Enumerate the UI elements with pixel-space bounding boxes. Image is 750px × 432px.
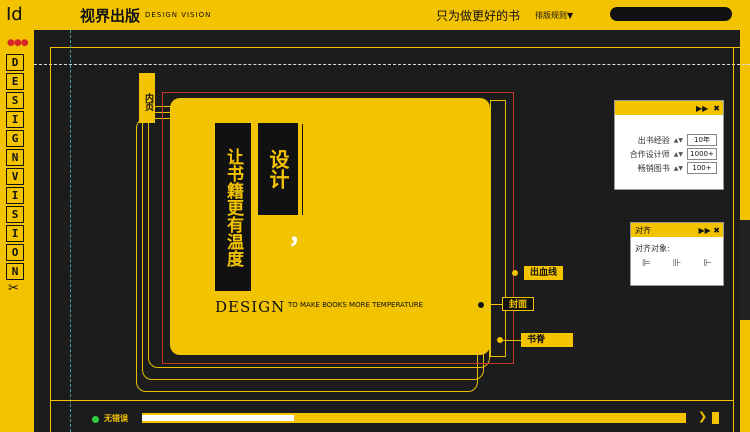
stats-label: 出书经验 (637, 135, 670, 145)
stats-row: 畅销图书 ▲▼ 100+ (615, 161, 723, 175)
stats-panel: ▶▶ ✖ 出书经验 ▲▼ 10年合作设计师 ▲▼ 1000+ 畅销图书 ▲▼ 100+ (614, 100, 724, 190)
sidebar-letter: N (6, 149, 24, 166)
bleed-guide-dashed (34, 64, 750, 65)
stats-row: 合作设计师 ▲▼ 1000+ (615, 147, 723, 161)
margin-guide-bottom (50, 400, 733, 401)
margin-guide-top (50, 47, 750, 48)
align-panel: 对齐 ▶▶ ✖ 对齐对象: ⊫ ⊪ ⊩ (630, 222, 724, 286)
close-icon[interactable]: ✖ (713, 226, 720, 235)
slogan: 只为做更好的书 (436, 9, 521, 23)
panel-expand-icon[interactable]: ▶▶ (698, 226, 710, 235)
spine-marker-line (503, 340, 521, 341)
stats-label: 畅销图书 (637, 163, 670, 173)
bleed-marker[interactable]: 出血线 (524, 266, 564, 280)
bleed-marker-dot (512, 270, 518, 276)
layout-rules-label: 排版规则 (535, 11, 567, 20)
vertical-word: DESIGNVISION (6, 54, 24, 282)
stepper-icon[interactable]: ▲▼ (674, 165, 683, 172)
inner-page-tab[interactable]: 内页 (139, 73, 155, 123)
cover-marker-dot (477, 301, 485, 309)
panel-expand-icon[interactable]: ▶▶ (696, 104, 708, 113)
sidebar-letter: E (6, 73, 24, 90)
progress-fill (142, 415, 295, 421)
brand-subtitle: DESIGN VISION (145, 11, 212, 19)
last-page-icon[interactable] (712, 412, 719, 424)
status-ok-icon (92, 416, 99, 423)
progress-bar[interactable] (142, 413, 686, 423)
sidebar-letter: D (6, 54, 24, 71)
scissors-icon[interactable]: ✂ (8, 281, 19, 296)
stepper-icon[interactable]: ▲▼ (674, 151, 683, 158)
sidebar-letter: S (6, 206, 24, 223)
sidebar-letter: O (6, 244, 24, 261)
cover-title-design: 设计 (258, 123, 298, 215)
sidebar-letter: I (6, 187, 24, 204)
align-center-icon[interactable]: ⊪ (673, 258, 682, 269)
cover-marker[interactable]: 封面 (502, 297, 535, 311)
status-text: 无错误 (104, 414, 128, 423)
stats-value-field[interactable]: 10年 (687, 134, 717, 146)
right-panel-gap (740, 220, 750, 320)
margin-guide-right (733, 47, 734, 432)
layout-rules-menu[interactable]: 排版规则▼ (535, 10, 573, 21)
panel-menu-icon[interactable]: ●●● (7, 38, 29, 48)
align-panel-title: 对齐 (635, 225, 651, 235)
stats-panel-header: ▶▶ ✖ (615, 101, 723, 115)
align-panel-header: 对齐 ▶▶ ✖ (631, 223, 723, 237)
caret-down-icon: ▼ (567, 11, 574, 20)
stats-label: 合作设计师 (629, 149, 670, 159)
align-left-icon[interactable]: ⊫ (642, 258, 651, 269)
sidebar-letter: S (6, 92, 24, 109)
cover-design-word: DESIGN (215, 298, 286, 316)
stats-rows: 出书经验 ▲▼ 10年合作设计师 ▲▼ 1000+ 畅销图书 ▲▼ 100+ (615, 133, 723, 175)
cover-comma: ， (288, 220, 315, 250)
align-panel-subtitle: 对齐对象: (635, 244, 670, 253)
margin-guide-left (50, 47, 51, 432)
brand-title: 视界出版 (80, 7, 141, 25)
close-icon[interactable]: ✖ (713, 104, 720, 113)
stats-value-field[interactable]: 100+ (687, 162, 717, 174)
sidebar-letter: N (6, 263, 24, 280)
cover-tagline: TO MAKE BOOKS MORE TEMPERATURE (288, 301, 423, 309)
sidebar-letter: I (6, 111, 24, 128)
stats-value-field[interactable]: 1000+ (687, 148, 717, 160)
title-rule (302, 124, 303, 215)
stepper-icon[interactable]: ▲▼ (674, 137, 683, 144)
spine-marker[interactable]: 书脊 (521, 333, 573, 347)
sidebar-letter: I (6, 225, 24, 242)
cover-marker-line (484, 304, 502, 305)
next-page-icon[interactable]: ❯ (698, 410, 707, 423)
sidebar-letter: V (6, 168, 24, 185)
stats-row: 出书经验 ▲▼ 10年 (615, 133, 723, 147)
search-input[interactable] (610, 7, 732, 21)
app-icon[interactable]: Id (6, 4, 23, 25)
sidebar-letter: G (6, 130, 24, 147)
align-right-icon[interactable]: ⊩ (703, 258, 712, 269)
cover-title-main: 让书籍更有温度 (215, 123, 251, 291)
column-guide (70, 30, 71, 432)
